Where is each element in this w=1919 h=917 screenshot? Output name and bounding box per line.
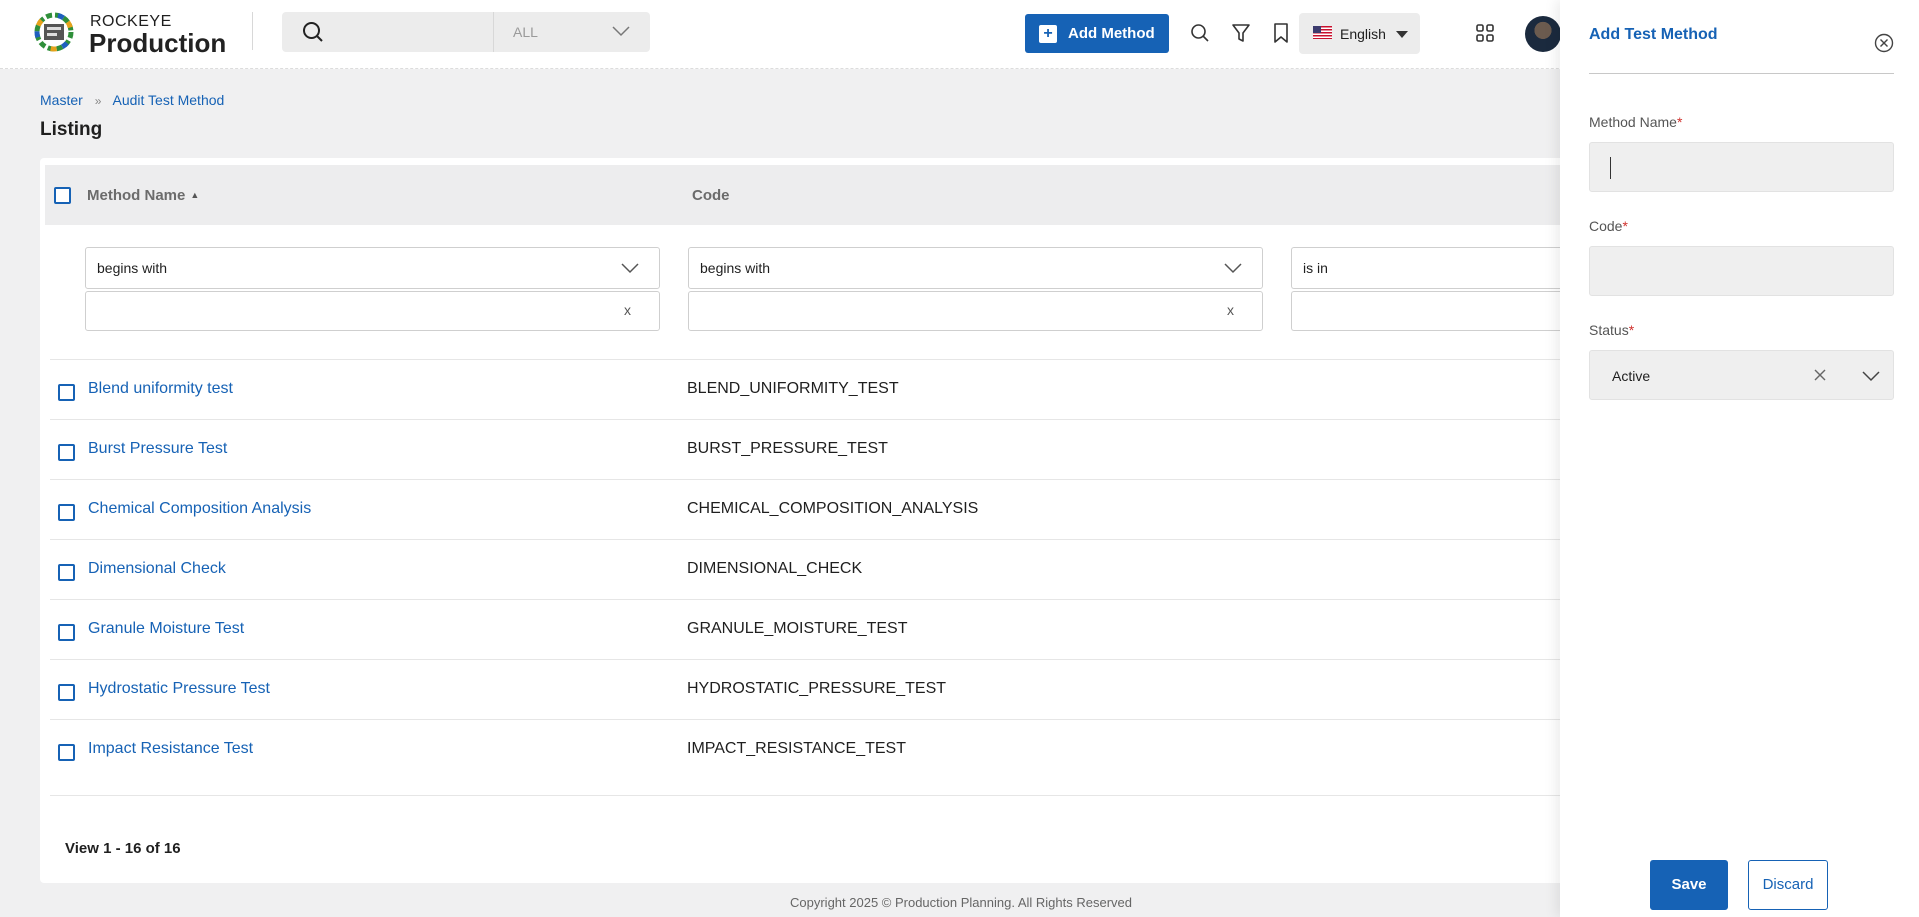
status-label-text: Status bbox=[1589, 322, 1629, 338]
code-field[interactable] bbox=[1589, 246, 1894, 296]
code-label-text: Code bbox=[1589, 218, 1623, 234]
listing-card: Method Name ▲ Code begins with begins wit… bbox=[40, 158, 1610, 883]
language-label: English bbox=[1340, 26, 1386, 42]
pagination-summary: View 1 - 16 of 16 bbox=[65, 840, 181, 857]
method-code: GRANULE_MOISTURE_TEST bbox=[687, 620, 908, 637]
method-name-label: Method Name* bbox=[1589, 114, 1682, 130]
save-button[interactable]: Save bbox=[1650, 860, 1728, 910]
method-name-filter-operator-value: begins with bbox=[97, 260, 168, 276]
code-filter-input[interactable]: x bbox=[688, 291, 1263, 331]
discard-button[interactable]: Discard bbox=[1748, 860, 1828, 910]
method-name-label-text: Method Name bbox=[1589, 114, 1677, 130]
chevron-down-icon bbox=[621, 263, 639, 274]
column-header-code[interactable]: Code bbox=[692, 187, 730, 204]
page-title: Listing bbox=[40, 119, 103, 140]
global-search-input[interactable] bbox=[282, 12, 493, 52]
panel-divider bbox=[1589, 73, 1894, 74]
text-cursor bbox=[1610, 157, 1611, 179]
table-row[interactable]: Chemical Composition Analysis CHEMICAL_C… bbox=[50, 479, 1610, 539]
method-name-filter-operator[interactable]: begins with bbox=[85, 247, 660, 289]
apps-grid-icon[interactable] bbox=[1474, 22, 1496, 44]
table-row[interactable]: Dimensional Check DIMENSIONAL_CHECK bbox=[50, 539, 1610, 599]
table-header: Method Name ▲ Code bbox=[45, 165, 1605, 225]
header-divider bbox=[252, 12, 253, 50]
search-scope-dropdown[interactable]: ALL bbox=[493, 12, 650, 52]
add-test-method-panel: Add Test Method Method Name* Code* Statu… bbox=[1560, 0, 1919, 917]
sort-icon[interactable]: ▲ bbox=[190, 190, 199, 200]
row-checkbox[interactable] bbox=[58, 444, 75, 461]
status-filter-input[interactable] bbox=[1291, 291, 1600, 331]
user-avatar[interactable] bbox=[1525, 16, 1561, 52]
code-filter-operator[interactable]: begins with bbox=[688, 247, 1263, 289]
status-label: Status* bbox=[1589, 322, 1634, 338]
row-checkbox[interactable] bbox=[58, 564, 75, 581]
language-selector[interactable]: English bbox=[1299, 13, 1420, 54]
required-marker: * bbox=[1622, 218, 1628, 234]
method-code: IMPACT_RESISTANCE_TEST bbox=[687, 740, 906, 757]
row-checkbox[interactable] bbox=[58, 504, 75, 521]
method-name-link[interactable]: Impact Resistance Test bbox=[88, 740, 253, 758]
add-method-label: Add Method bbox=[1068, 25, 1155, 42]
method-name-link[interactable]: Granule Moisture Test bbox=[88, 620, 244, 638]
breadcrumb-audit-test-method[interactable]: Audit Test Method bbox=[113, 92, 225, 108]
method-code: BURST_PRESSURE_TEST bbox=[687, 440, 888, 457]
method-code: DIMENSIONAL_CHECK bbox=[687, 560, 863, 577]
method-name-link[interactable]: Dimensional Check bbox=[88, 560, 226, 578]
status-value: Active bbox=[1612, 368, 1651, 384]
status-filter-operator[interactable]: is in bbox=[1291, 247, 1600, 289]
select-all-checkbox[interactable] bbox=[54, 187, 71, 204]
method-name-link[interactable]: Chemical Composition Analysis bbox=[88, 500, 311, 518]
row-checkbox[interactable] bbox=[58, 384, 75, 401]
table-bottom-border bbox=[50, 795, 1610, 796]
method-name-link[interactable]: Blend uniformity test bbox=[88, 380, 233, 398]
copyright-footer: Copyright 2025 © Production Planning. Al… bbox=[790, 895, 1132, 910]
clear-filter-icon[interactable]: x bbox=[1227, 302, 1234, 318]
bookmark-icon[interactable] bbox=[1270, 22, 1292, 44]
caret-down-icon bbox=[1396, 31, 1408, 38]
column-header-method-name-label: Method Name bbox=[87, 187, 186, 204]
required-marker: * bbox=[1628, 322, 1635, 338]
method-code: CHEMICAL_COMPOSITION_ANALYSIS bbox=[687, 500, 979, 517]
table-row[interactable]: Burst Pressure Test BURST_PRESSURE_TEST bbox=[50, 419, 1610, 479]
column-header-method-name[interactable]: Method Name ▲ bbox=[87, 187, 199, 204]
plus-icon: + bbox=[1039, 25, 1057, 43]
add-method-button[interactable]: + Add Method bbox=[1025, 14, 1169, 53]
status-select[interactable]: Active bbox=[1589, 350, 1894, 400]
close-icon[interactable] bbox=[1874, 33, 1894, 53]
breadcrumb: Master » Audit Test Method bbox=[40, 92, 224, 108]
status-filter-operator-value: is in bbox=[1303, 260, 1328, 276]
rockeye-logo-icon[interactable] bbox=[33, 11, 75, 53]
chevron-down-icon[interactable] bbox=[1862, 370, 1880, 382]
search-icon[interactable] bbox=[1189, 22, 1211, 44]
method-name-link[interactable]: Hydrostatic Pressure Test bbox=[88, 680, 270, 698]
required-marker: * bbox=[1676, 114, 1683, 130]
table-row[interactable]: Hydrostatic Pressure Test HYDROSTATIC_PR… bbox=[50, 659, 1610, 719]
us-flag-icon bbox=[1313, 26, 1332, 39]
method-code: BLEND_UNIFORMITY_TEST bbox=[687, 380, 899, 397]
table-row[interactable]: Granule Moisture Test GRANULE_MOISTURE_T… bbox=[50, 599, 1610, 659]
table-row[interactable]: Impact Resistance Test IMPACT_RESISTANCE… bbox=[50, 719, 1610, 779]
row-checkbox[interactable] bbox=[58, 684, 75, 701]
chevron-down-icon bbox=[612, 26, 630, 37]
method-name-field[interactable] bbox=[1589, 142, 1894, 192]
method-name-link[interactable]: Burst Pressure Test bbox=[88, 440, 227, 458]
search-icon bbox=[303, 22, 323, 42]
clear-filter-icon[interactable]: x bbox=[624, 302, 631, 318]
chevron-double-right-icon: » bbox=[94, 94, 102, 108]
table-row[interactable]: Blend uniformity test BLEND_UNIFORMITY_T… bbox=[50, 359, 1610, 419]
filter-icon[interactable] bbox=[1230, 22, 1252, 44]
method-code: HYDROSTATIC_PRESSURE_TEST bbox=[687, 680, 947, 697]
method-name-filter-input[interactable]: x bbox=[85, 291, 660, 331]
code-filter-operator-value: begins with bbox=[700, 260, 771, 276]
panel-title: Add Test Method bbox=[1589, 26, 1718, 43]
search-scope-value: ALL bbox=[513, 24, 538, 40]
breadcrumb-master[interactable]: Master bbox=[40, 92, 83, 108]
brand-name-main: Production bbox=[89, 28, 227, 58]
row-checkbox[interactable] bbox=[58, 624, 75, 641]
code-label: Code* bbox=[1589, 218, 1628, 234]
chevron-down-icon bbox=[1224, 263, 1242, 274]
row-checkbox[interactable] bbox=[58, 744, 75, 761]
clear-icon[interactable] bbox=[1813, 368, 1827, 382]
